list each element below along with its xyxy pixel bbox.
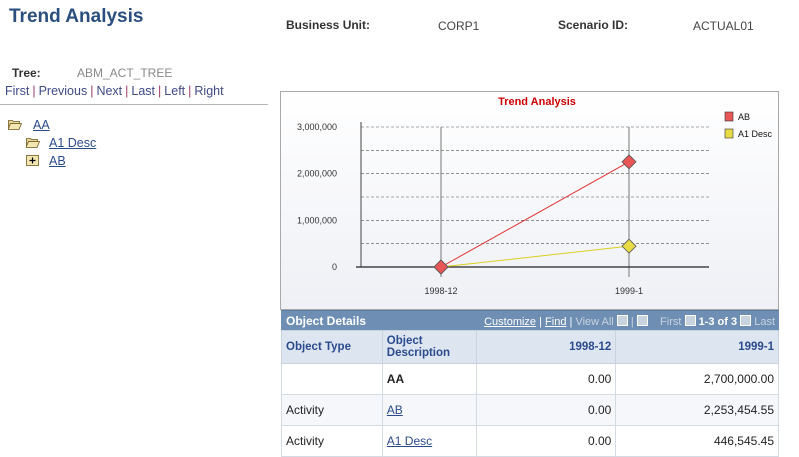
object-details-table: Object Type Object Description 1998-12 1… bbox=[281, 330, 779, 457]
page-title: Trend Analysis bbox=[9, 6, 144, 27]
legend-swatch bbox=[724, 111, 734, 122]
tree-node-a1-desc-icon[interactable] bbox=[25, 137, 41, 151]
customize-link[interactable]: Customize bbox=[484, 316, 536, 328]
nav-last-link[interactable]: Last bbox=[131, 84, 155, 98]
chart-title: Trend Analysis bbox=[498, 96, 576, 108]
view-all-link[interactable]: View All bbox=[575, 316, 613, 328]
grid-header-bar: Object Details Customize | Find | View A… bbox=[281, 310, 779, 330]
nav-left-link[interactable]: Left bbox=[164, 84, 185, 98]
nav-separator: | bbox=[32, 84, 36, 98]
nav-right-link[interactable]: Right bbox=[194, 84, 223, 98]
column-header-object-type: Object Type bbox=[281, 330, 383, 364]
nav-first-link[interactable]: First bbox=[5, 84, 29, 98]
column-header-1998-12: 1998-12 bbox=[475, 330, 617, 364]
series-line bbox=[440, 245, 630, 268]
object-details-grid: Object Details Customize | Find | View A… bbox=[281, 310, 779, 457]
legend-swatch bbox=[724, 128, 734, 139]
series-point bbox=[621, 238, 637, 254]
last-page-link[interactable]: Last bbox=[754, 316, 775, 328]
next-arrow-icon[interactable] bbox=[740, 315, 752, 326]
nav-separator: | bbox=[158, 84, 162, 98]
tree-node-ab-icon[interactable] bbox=[26, 155, 40, 169]
scenario-id-value: ACTUAL01 bbox=[693, 19, 754, 33]
previous-arrow-icon[interactable] bbox=[684, 315, 696, 326]
tree-navigation: First | Previous | Next | Last | Left | Right bbox=[5, 84, 224, 98]
table-header-row: Object Type Object Description 1998-12 1… bbox=[281, 330, 779, 364]
object-description-cell: AA bbox=[381, 363, 477, 395]
business-unit-label: Business Unit: bbox=[286, 18, 371, 32]
column-header-1999-1: 1999-1 bbox=[615, 330, 779, 364]
table-row: Activity AB 0.00 2,253,454.55 bbox=[281, 394, 779, 426]
trend-chart-svg: Trend Analysis 3,000,000 2,000,000 1,000,00… bbox=[297, 96, 773, 296]
series-point bbox=[433, 259, 449, 275]
object-type-cell: Activity bbox=[281, 425, 383, 457]
trend-chart: Trend Analysis 3,000,000 2,000,000 1,000,00… bbox=[280, 91, 779, 310]
series-line bbox=[440, 161, 630, 268]
table-row: Activity A1 Desc 0.00 446,545.45 bbox=[281, 425, 779, 457]
grid-toolbar: Customize | Find | View All | First 1-3 … bbox=[484, 315, 775, 328]
x-tick-label: 1998-12 bbox=[424, 286, 457, 296]
object-description-cell: A1 Desc bbox=[381, 425, 477, 457]
series-point bbox=[621, 154, 637, 170]
folder-open-icon bbox=[25, 138, 41, 148]
value-1998-12-cell: 0.00 bbox=[475, 425, 617, 457]
value-1998-12-cell: 0.00 bbox=[475, 394, 617, 426]
legend-label: A1 Desc bbox=[738, 129, 773, 139]
tree-node-ab[interactable]: AB bbox=[49, 154, 66, 168]
value-1999-1-cell: 446,545.45 bbox=[615, 425, 779, 457]
value-1998-12-cell: 0.00 bbox=[475, 363, 617, 395]
business-unit-value: CORP1 bbox=[438, 19, 480, 33]
folder-open-icon bbox=[7, 120, 23, 130]
value-1999-1-cell: 2,253,454.55 bbox=[615, 394, 779, 426]
y-tick-label: 1,000,000 bbox=[297, 215, 337, 225]
table-row: AA 0.00 2,700,000.00 bbox=[281, 363, 779, 395]
y-tick-label: 3,000,000 bbox=[297, 122, 337, 132]
nav-previous-link[interactable]: Previous bbox=[39, 84, 88, 98]
nav-next-link[interactable]: Next bbox=[96, 84, 122, 98]
spreadsheet-icon[interactable] bbox=[636, 315, 648, 326]
tree-node-aa-icon[interactable] bbox=[7, 119, 23, 133]
column-header-object-description: Object Description bbox=[381, 330, 477, 364]
tree-label: Tree: bbox=[12, 66, 41, 80]
first-page-link[interactable]: First bbox=[660, 316, 681, 328]
expand-plus-icon bbox=[26, 155, 39, 166]
object-description-link[interactable]: A1 Desc bbox=[387, 434, 432, 448]
tree-node-a1-desc[interactable]: A1 Desc bbox=[49, 136, 96, 150]
tree-value: ABM_ACT_TREE bbox=[77, 66, 173, 80]
object-description-cell: AB bbox=[381, 394, 477, 426]
download-icon[interactable] bbox=[616, 315, 628, 326]
grid-title: Object Details bbox=[286, 314, 367, 328]
y-tick-label: 2,000,000 bbox=[297, 169, 337, 179]
tree-node-aa[interactable]: AA bbox=[33, 118, 50, 132]
find-link[interactable]: Find bbox=[545, 316, 566, 328]
object-type-cell: Activity bbox=[281, 394, 383, 426]
legend-label: AB bbox=[738, 112, 750, 122]
object-type-cell bbox=[281, 363, 383, 395]
page-range: 1-3 of 3 bbox=[698, 316, 738, 328]
value-1999-1-cell: 2,700,000.00 bbox=[615, 363, 779, 395]
y-tick-label: 0 bbox=[332, 262, 337, 272]
object-description-link[interactable]: AB bbox=[387, 403, 403, 417]
tree-divider bbox=[0, 104, 268, 105]
x-tick-label: 1999-1 bbox=[615, 286, 643, 296]
scenario-id-label: Scenario ID: bbox=[558, 18, 629, 32]
